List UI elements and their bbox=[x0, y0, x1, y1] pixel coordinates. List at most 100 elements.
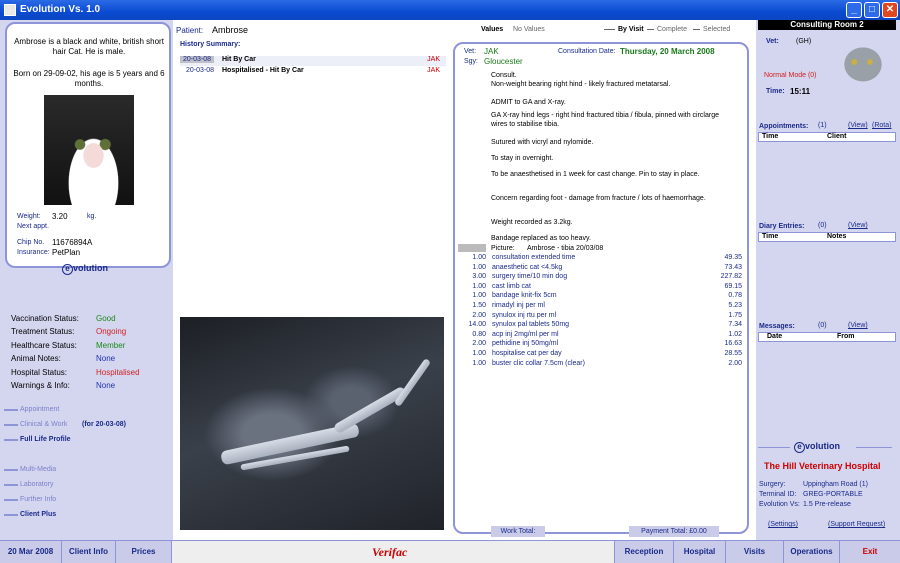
nav-divider bbox=[4, 514, 18, 516]
diary-view-link[interactable]: (View) bbox=[848, 222, 868, 229]
charge-qty: 2.00 bbox=[472, 340, 486, 348]
next-appt-label[interactable]: Next appt. bbox=[17, 223, 49, 230]
view-divider bbox=[604, 29, 615, 30]
charge-price: 49.35 bbox=[724, 254, 742, 261]
history-title: Hospitalised - Hit By Car bbox=[222, 67, 304, 74]
complete-option[interactable]: Complete bbox=[657, 26, 687, 33]
cat-mascot-image bbox=[834, 38, 892, 86]
status-label: Vaccination Status: bbox=[11, 314, 79, 323]
charge-qty: 1.00 bbox=[472, 263, 486, 271]
status-value[interactable]: Good bbox=[96, 314, 116, 323]
history-row[interactable]: 20-03-08 Hit By Car JAK bbox=[180, 56, 446, 66]
history-vet: JAK bbox=[427, 67, 440, 74]
evolution-e-icon: e bbox=[794, 442, 805, 453]
charge-qty: 2.00 bbox=[472, 311, 486, 319]
status-value[interactable]: Member bbox=[96, 341, 125, 350]
pet-description: Ambrose is a black and white, british sh… bbox=[14, 37, 164, 56]
weight-value: 3.20 bbox=[52, 212, 68, 221]
nav-further-info[interactable]: Further Info bbox=[20, 496, 56, 503]
patient-label: Patient: bbox=[176, 26, 204, 35]
patient-name: Ambrose bbox=[212, 25, 249, 35]
status-value[interactable]: None bbox=[96, 381, 115, 390]
maximize-button[interactable]: □ bbox=[864, 2, 880, 18]
picture-value[interactable]: Ambrose - tibia 20/03/08 bbox=[527, 245, 603, 252]
appointments-view-link[interactable]: (View) bbox=[848, 122, 868, 129]
status-label: Hospital Status: bbox=[11, 367, 68, 377]
nav-divider bbox=[4, 409, 18, 411]
nav-clinical[interactable]: Clinical & Work bbox=[20, 421, 67, 428]
hospital-button[interactable]: Hospital bbox=[674, 541, 726, 563]
app-icon bbox=[4, 4, 16, 16]
minimize-button[interactable]: _ bbox=[846, 2, 862, 18]
charge-item-row[interactable]: 2.00 synulox inj rtu per ml 1.75 bbox=[458, 312, 748, 321]
messages-count: (0) bbox=[818, 322, 827, 329]
nav-multimedia[interactable]: Multi-Media bbox=[20, 466, 56, 473]
charge-qty: 1.00 bbox=[472, 254, 486, 261]
charge-name: rimadyl inj per ml bbox=[492, 302, 545, 309]
rota-link[interactable]: (Rota) bbox=[872, 122, 891, 129]
status-value[interactable]: None bbox=[96, 354, 115, 363]
by-visit-option[interactable]: By Visit bbox=[618, 26, 644, 33]
logo-rule bbox=[856, 447, 892, 448]
prices-button[interactable]: Prices bbox=[116, 541, 172, 563]
charge-item-row[interactable]: 2.00 pethidine inj 50mg/ml 16.63 bbox=[458, 340, 748, 349]
consult-date-label: Consultation Date: bbox=[558, 48, 616, 55]
charge-item-row[interactable]: 1.00 bandage knit-fix 5cm 0.78 bbox=[458, 292, 748, 301]
charge-price: 69.15 bbox=[724, 282, 742, 290]
close-button[interactable]: ✕ bbox=[882, 2, 898, 18]
charge-item-row[interactable]: 0.80 acp inj 2mg/ml per ml 1.02 bbox=[458, 331, 748, 340]
picture-label: Picture: bbox=[491, 245, 515, 252]
nav-client-plus[interactable]: Client Plus bbox=[20, 511, 56, 518]
messages-header: Date From bbox=[758, 332, 896, 342]
support-request-link[interactable]: (Support Request) bbox=[828, 521, 885, 528]
charge-item-row[interactable]: 1.00 anaesthetic cat <4.5kg 73.43 bbox=[458, 264, 748, 273]
nav-full-life-profile[interactable]: Full Life Profile bbox=[20, 436, 71, 443]
values-label: Values bbox=[481, 26, 504, 33]
nav-divider bbox=[4, 469, 18, 471]
status-value[interactable]: Ongoing bbox=[96, 327, 126, 336]
charge-item-row[interactable]: 3.00 surgery time/10 min dog 227.82 bbox=[458, 273, 748, 282]
xray-bone bbox=[332, 385, 408, 435]
payment-total: Payment Total: £0.00 bbox=[629, 526, 719, 537]
charge-item-row[interactable]: 1.00 buster clic collar 7.5cm (clear) 2.00 bbox=[458, 360, 748, 369]
charge-item-row[interactable]: 1.00 consultation extended time 49.35 bbox=[458, 254, 748, 263]
xray-bone bbox=[393, 357, 432, 408]
evolution-e-icon: e bbox=[62, 264, 73, 275]
time-label: Time: bbox=[766, 88, 785, 95]
charge-item-row[interactable]: 1.00 hospitalise cat per day 28.55 bbox=[458, 350, 748, 359]
terminal-label: Terminal ID: bbox=[759, 491, 797, 498]
client-info-button[interactable]: Client Info bbox=[62, 541, 116, 563]
charge-item-row[interactable]: 1.00 cast limb cat 69.15 bbox=[458, 283, 748, 292]
pet-photo[interactable] bbox=[44, 95, 134, 205]
xray-image[interactable] bbox=[180, 317, 444, 530]
pet-born: Born on 29-09-02, his age is 5 years and… bbox=[13, 69, 165, 88]
charge-name: pethidine inj 50mg/ml bbox=[492, 340, 559, 348]
reception-button[interactable]: Reception bbox=[614, 541, 674, 563]
date-button[interactable]: 20 Mar 2008 bbox=[0, 541, 62, 563]
history-title: Hit By Car bbox=[222, 56, 256, 63]
time-value: 15:11 bbox=[790, 87, 811, 96]
chip-value: 11676894A bbox=[52, 238, 93, 247]
visits-button[interactable]: Visits bbox=[726, 541, 784, 563]
operations-button[interactable]: Operations bbox=[784, 541, 840, 563]
history-row[interactable]: 20-03-08 Hospitalised - Hit By Car JAK bbox=[180, 67, 446, 77]
picture-marker bbox=[458, 244, 486, 252]
charge-item-row[interactable]: 14.00 synulox pal tablets 50mg 7.34 bbox=[458, 321, 748, 330]
chip-label: Chip No. bbox=[17, 239, 45, 246]
nav-divider bbox=[4, 499, 18, 501]
selected-option[interactable]: Selected bbox=[703, 26, 730, 33]
charge-price: 0.78 bbox=[728, 292, 742, 300]
pet-card: Ambrose is a black and white, british sh… bbox=[5, 22, 171, 268]
nav-laboratory[interactable]: Laboratory bbox=[20, 481, 53, 488]
charge-price: 1.02 bbox=[728, 330, 742, 338]
settings-link[interactable]: (Settings) bbox=[768, 521, 798, 528]
appointments-header: Time Client bbox=[758, 132, 896, 142]
charge-item-row[interactable]: 1.50 rimadyl inj per ml 5.23 bbox=[458, 302, 748, 311]
nav-appointment[interactable]: Appointment bbox=[20, 406, 59, 413]
messages-view-link[interactable]: (View) bbox=[848, 322, 868, 329]
exit-button[interactable]: Exit bbox=[840, 541, 900, 563]
messages-label: Messages: bbox=[759, 323, 795, 330]
hospital-name: The Hill Veterinary Hospital bbox=[764, 461, 881, 471]
charge-name: bandage knit-fix 5cm bbox=[492, 292, 557, 300]
status-value[interactable]: Hospitalised bbox=[96, 368, 140, 377]
